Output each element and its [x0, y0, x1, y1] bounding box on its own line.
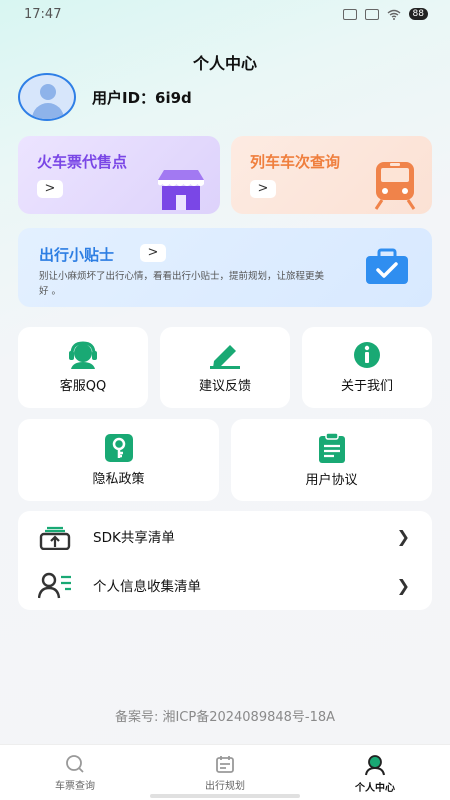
info-collection-label: 个人信息收集清单: [93, 579, 201, 595]
qq-label: 客服QQ: [59, 379, 107, 394]
feedback-label: 建议反馈: [198, 379, 251, 394]
chevron-right-icon: ❯: [396, 575, 410, 595]
list-item-info-collection[interactable]: 个人信息收集清单 ❯: [18, 561, 432, 609]
train-query-title: 列车车次查询: [250, 153, 341, 171]
agreement-label: 用户协议: [305, 472, 358, 488]
sim-icon: [364, 8, 379, 20]
chevron-right-icon: ❯: [396, 526, 410, 546]
clipboard-icon: [318, 432, 345, 463]
user-id: 用户ID：6i9d: [92, 88, 192, 107]
settings-list: SDK共享清单 ❯ 个人信息收集清单 ❯: [18, 511, 432, 610]
key-icon: [104, 433, 133, 462]
icp-filing: 备案号: 湘ICP备2024089848号-18A: [114, 710, 336, 725]
tips-title: 出行小贴士: [39, 246, 115, 264]
wifi-icon: [387, 9, 400, 20]
about-label: 关于我们: [340, 379, 393, 394]
person-icon: [365, 755, 385, 776]
tab-label: 出行规划: [205, 781, 245, 792]
about-us-card[interactable]: 关于我们: [302, 327, 432, 408]
search-icon: [66, 755, 84, 773]
tab-personal-center[interactable]: 个人中心: [300, 745, 450, 800]
tips-arrow[interactable]: >: [140, 244, 166, 262]
tips-description: 别让小麻烦坏了出行心情，看看出行小贴士，提前规划，让旅程更美好 。: [39, 271, 325, 297]
list-item-sdk-share[interactable]: SDK共享清单 ❯: [18, 512, 432, 560]
train-query-card[interactable]: 列车车次查询 >: [231, 136, 432, 214]
user-agreement-card[interactable]: 用户协议: [231, 419, 432, 501]
battery-level: 88: [408, 8, 428, 20]
travel-tips-card[interactable]: 出行小贴士 > 别让小麻烦坏了出行心情，看看出行小贴士，提前规划，让旅程更美好 …: [18, 228, 432, 307]
status-bar: 17:47 88: [0, 0, 450, 28]
pencil-icon: [210, 345, 240, 369]
privacy-policy-card[interactable]: 隐私政策: [18, 419, 219, 501]
avatar[interactable]: [18, 73, 76, 121]
home-indicator: [150, 794, 300, 798]
feedback-card[interactable]: 建议反馈: [160, 327, 290, 408]
page-title: 个人中心: [192, 54, 257, 73]
notification-icon: [342, 8, 357, 20]
customer-service-qq-card[interactable]: 客服QQ: [18, 327, 148, 408]
briefcase-icon: [366, 248, 408, 284]
status-icons: 88: [342, 8, 428, 20]
tab-label: 个人中心: [355, 783, 395, 794]
share-box-icon: [39, 526, 71, 550]
ticket-agency-arrow[interactable]: >: [37, 180, 63, 198]
bottom-tab-bar: 车票查询 出行规划 个人中心: [0, 744, 450, 800]
info-icon: [354, 342, 380, 368]
tab-ticket-query[interactable]: 车票查询: [0, 745, 150, 800]
ticket-agency-title: 火车票代售点: [37, 153, 128, 171]
calendar-icon: [216, 756, 234, 773]
headset-icon: [69, 341, 97, 369]
ticket-agency-card[interactable]: 火车票代售点 >: [18, 136, 220, 214]
privacy-label: 隐私政策: [92, 471, 145, 487]
train-icon: [374, 162, 416, 210]
profile-section: 用户ID：6i9d: [18, 73, 192, 121]
store-icon: [158, 170, 204, 210]
tab-label: 车票查询: [55, 781, 95, 792]
sdk-share-label: SDK共享清单: [93, 530, 175, 546]
train-query-arrow[interactable]: >: [250, 180, 276, 198]
tab-travel-planning[interactable]: 出行规划: [150, 745, 300, 800]
user-list-icon: [38, 572, 71, 599]
status-time: 17:47: [24, 6, 62, 22]
